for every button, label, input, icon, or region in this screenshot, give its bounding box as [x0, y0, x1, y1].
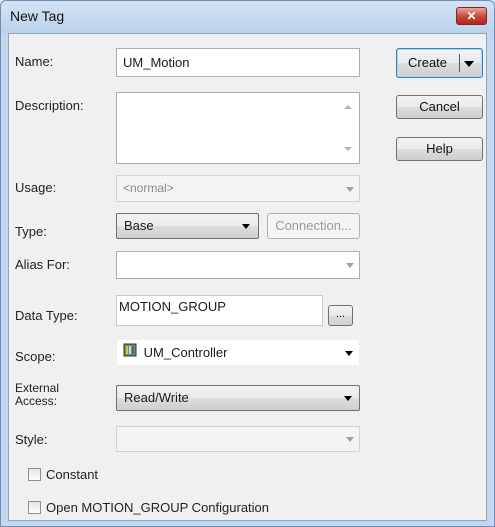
- help-button[interactable]: Help: [396, 137, 483, 161]
- browse-data-type-button[interactable]: ...: [328, 305, 353, 326]
- data-type-input[interactable]: MOTION_GROUP: [116, 295, 323, 326]
- chevron-down-icon: [346, 186, 354, 192]
- description-textarea[interactable]: [116, 92, 360, 164]
- connection-button[interactable]: Connection...: [267, 213, 360, 239]
- create-label: Create: [408, 55, 448, 70]
- data-type-value: MOTION_GROUP: [119, 299, 226, 314]
- split-divider: [459, 54, 460, 72]
- scroll-up-icon[interactable]: [344, 105, 352, 109]
- chevron-down-icon[interactable]: [464, 61, 474, 67]
- data-type-label: Data Type:: [15, 308, 78, 323]
- style-dropdown[interactable]: [116, 426, 360, 452]
- scope-value: UM_Controller: [143, 345, 228, 360]
- name-input[interactable]: UM_Motion: [116, 48, 360, 77]
- usage-value: <normal>: [123, 181, 174, 195]
- open-configuration-label: Open MOTION_GROUP Configuration: [46, 500, 270, 515]
- usage-label: Usage:: [15, 180, 57, 195]
- scope-dropdown[interactable]: UM_Controller: [116, 339, 360, 366]
- type-dropdown[interactable]: Base: [116, 213, 259, 239]
- create-button[interactable]: Create: [396, 48, 483, 78]
- external-access-dropdown[interactable]: Read/Write: [116, 385, 360, 411]
- external-access-value: Read/Write: [124, 390, 189, 405]
- dialog-title: New Tag: [10, 8, 65, 24]
- chevron-down-icon: [345, 350, 353, 356]
- alias-for-dropdown[interactable]: [116, 251, 360, 279]
- chevron-down-icon: [346, 263, 354, 268]
- name-value: UM_Motion: [123, 55, 190, 70]
- external-access-label-line2: Access:: [15, 394, 58, 408]
- chevron-down-icon: [344, 396, 352, 401]
- type-label: Type:: [15, 224, 47, 239]
- type-value: Base: [124, 218, 154, 233]
- close-icon: ✕: [466, 9, 477, 23]
- chevron-down-icon: [242, 224, 250, 229]
- dialog-body: Name: UM_Motion Description: Usage: <nor…: [8, 33, 487, 521]
- usage-dropdown[interactable]: <normal>: [116, 175, 360, 202]
- close-button[interactable]: ✕: [456, 7, 487, 25]
- scope-label: Scope:: [15, 349, 56, 364]
- scroll-down-icon[interactable]: [344, 147, 352, 151]
- constant-checkbox[interactable]: [28, 468, 41, 481]
- new-tag-dialog: New Tag ✕ Name: UM_Motion Description: U…: [0, 0, 495, 527]
- chevron-down-icon: [346, 437, 354, 442]
- name-label: Name:: [15, 54, 54, 69]
- open-configuration-checkbox[interactable]: [28, 501, 41, 514]
- cancel-button[interactable]: Cancel: [396, 95, 483, 119]
- alias-for-label: Alias For:: [15, 257, 70, 272]
- constant-label: Constant: [46, 467, 99, 482]
- controller-icon: [123, 340, 137, 365]
- external-access-label: External Access:: [15, 382, 59, 408]
- style-label: Style:: [15, 432, 48, 447]
- title-bar[interactable]: New Tag ✕: [1, 1, 494, 33]
- description-label: Description:: [15, 98, 84, 113]
